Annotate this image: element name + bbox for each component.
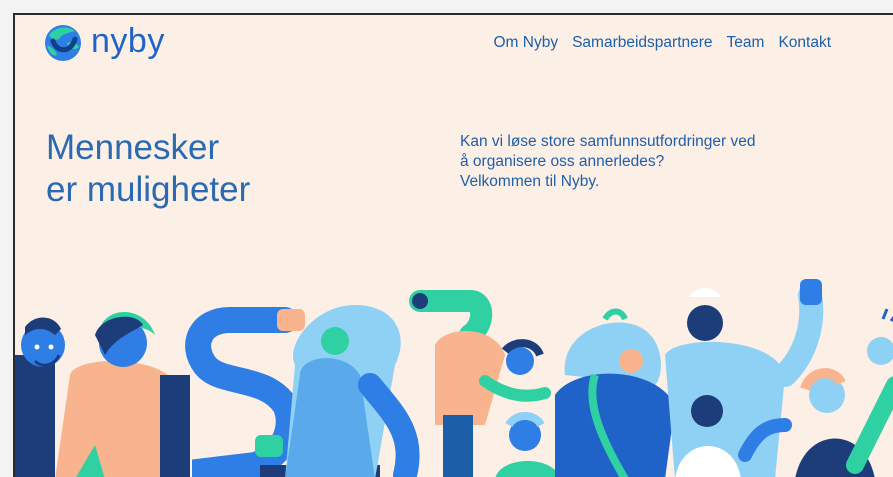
person-waving: [665, 279, 824, 477]
intro-line-2: å organisere oss annerledes?: [460, 153, 665, 170]
globe-logo-icon: [45, 25, 81, 61]
people-illustration: [15, 279, 893, 477]
nav-item-om-nyby[interactable]: Om Nyby: [493, 34, 558, 52]
nav-item-team[interactable]: Team: [727, 34, 765, 52]
nav-item-kontakt[interactable]: Kontakt: [778, 34, 831, 52]
brand-name: nyby: [91, 22, 165, 60]
top-nav: Om Nyby Samarbeidspartnere Team Kontakt: [493, 34, 831, 52]
nav-item-samarbeidspartnere[interactable]: Samarbeidspartnere: [572, 34, 712, 52]
hero-intro: Kan vi løse store samfunnsutfordringer v…: [460, 132, 820, 192]
hero-title-line-1: Mennesker: [46, 128, 220, 167]
intro-line-3: Velkommen til Nyby.: [460, 173, 600, 190]
hero-title: Mennesker er muligheter: [46, 127, 250, 211]
hero-title-line-2: er muligheter: [46, 170, 251, 209]
browser-frame: nyby Om Nyby Samarbeidspartnere Team Kon…: [13, 13, 893, 477]
person-left-edge: [15, 317, 65, 477]
intro-line-1: Kan vi løse store samfunnsutfordringer v…: [460, 133, 756, 150]
person-small-middle: [495, 412, 560, 477]
person-peach: [55, 311, 190, 477]
brand-logo-link[interactable]: nyby: [43, 23, 165, 63]
person-gray-hair: [555, 308, 675, 477]
person-light-hair: [285, 305, 420, 477]
